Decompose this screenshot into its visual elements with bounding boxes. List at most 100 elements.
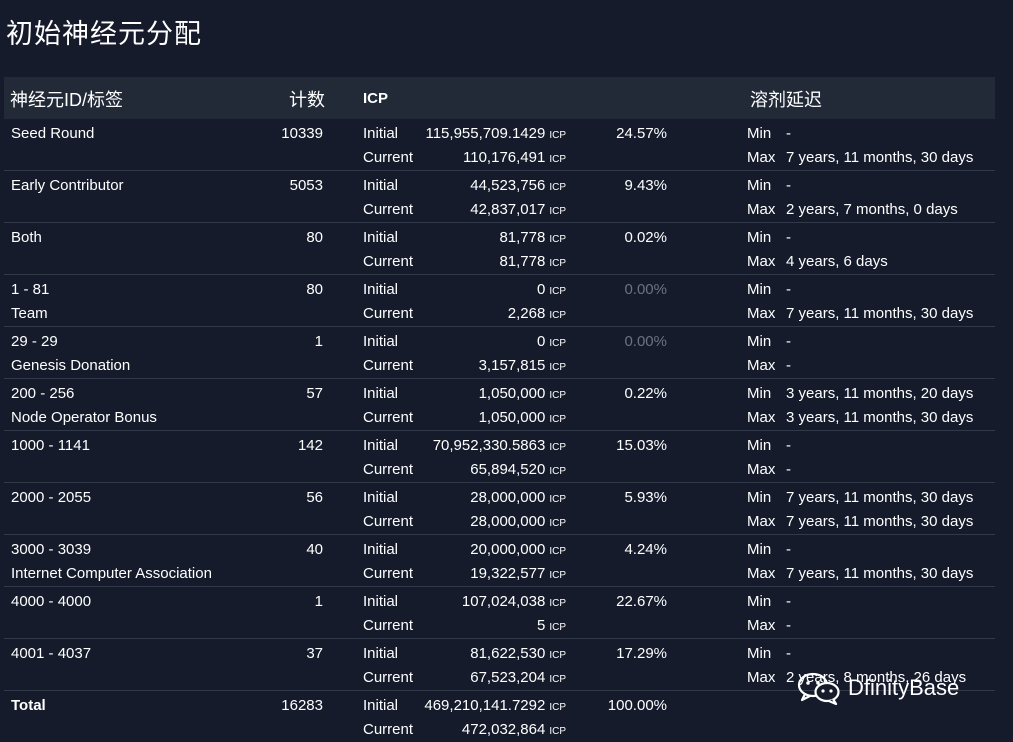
icp-unit: ICP <box>549 518 566 529</box>
max-delay: 7 years, 11 months, 30 days <box>786 565 974 582</box>
min-delay: - <box>786 281 791 298</box>
initial-value: 81,778 <box>499 229 546 246</box>
max-delay: 4 years, 6 days <box>786 253 888 270</box>
icp-unit: ICP <box>549 598 566 609</box>
neuron-count: 10339 <box>281 125 323 142</box>
table-row: Seed Round 10339 Initial Current 115,955,709… <box>4 119 995 171</box>
initial-amount: 81,778 ICP <box>499 229 566 246</box>
table-body: Seed Round 10339 Initial Current 115,955,709… <box>4 119 995 742</box>
max-delay: 7 years, 11 months, 30 days <box>786 149 974 166</box>
icp-unit: ICP <box>549 622 566 633</box>
current-amount: 110,176,491 ICP <box>463 149 566 166</box>
min-label: Min <box>747 437 772 454</box>
current-label: Current <box>363 461 414 478</box>
initial-value: 115,955,709.1429 <box>425 125 546 142</box>
current-label: Current <box>363 149 414 166</box>
neuron-id-range: 29 - 29 <box>11 333 58 350</box>
initial-value: 0 <box>536 281 546 298</box>
neuron-id-range: Both <box>11 229 42 246</box>
neuron-id-range: 200 - 256 <box>11 385 75 402</box>
initial-amount: 28,000,000 ICP <box>470 489 566 506</box>
neuron-count: 80 <box>306 229 323 246</box>
min-label: Min <box>747 489 772 506</box>
icp-unit: ICP <box>549 414 566 425</box>
neuron-id-range: 3000 - 3039 <box>11 541 92 558</box>
neuron-count: 142 <box>297 437 323 454</box>
max-label: Max <box>747 201 776 218</box>
percentage: 0.00% <box>624 333 667 350</box>
neuron-id-range: Early Contributor <box>11 177 124 194</box>
current-value: 19,322,577 <box>470 565 546 582</box>
current-amount: 5 ICP <box>537 617 566 634</box>
neuron-count: 37 <box>306 645 323 662</box>
current-label: Current <box>363 305 414 322</box>
current-label: Current <box>363 513 414 530</box>
icp-unit: ICP <box>549 466 566 477</box>
initial-label: Initial <box>363 125 399 142</box>
min-label: Min <box>747 385 772 402</box>
initial-label: Initial <box>363 281 399 298</box>
percentage: 24.57% <box>616 125 667 142</box>
neuron-id-range: 1 - 81 <box>11 281 50 298</box>
neuron-id-range: Total <box>11 697 46 714</box>
current-value: 42,837,017 <box>470 201 546 218</box>
min-delay: - <box>786 125 791 142</box>
initial-amount: 1,050,000 ICP <box>479 385 566 402</box>
initial-amount: 115,955,709.1429 ICP <box>425 125 566 142</box>
icp-unit: ICP <box>549 702 566 713</box>
max-label: Max <box>747 669 776 686</box>
min-delay: - <box>786 541 791 558</box>
percentage: 15.03% <box>616 437 667 454</box>
current-label: Current <box>363 253 414 270</box>
current-value: 5 <box>536 617 546 634</box>
neuron-tag: Internet Computer Association <box>11 565 212 582</box>
icp-unit: ICP <box>549 206 566 217</box>
table-header: 神经元ID/标签 计数 ICP 溶剂延迟 <box>4 77 995 119</box>
current-label: Current <box>363 669 414 686</box>
min-label: Min <box>747 125 772 142</box>
neuron-tag: Team <box>11 305 48 322</box>
initial-amount: 81,622,530 ICP <box>470 645 566 662</box>
table-row: 1 - 81 Team 80 Initial Current 0 ICP 2,268 ICP 0.… <box>4 275 995 327</box>
current-label: Current <box>363 409 414 426</box>
max-label: Max <box>747 253 776 270</box>
current-label: Current <box>363 201 414 218</box>
max-delay: 7 years, 11 months, 30 days <box>786 513 974 530</box>
initial-value: 0 <box>536 333 546 350</box>
current-label: Current <box>363 617 414 634</box>
current-label: Current <box>363 565 414 582</box>
initial-label: Initial <box>363 229 399 246</box>
icp-unit: ICP <box>549 310 566 321</box>
icp-unit: ICP <box>549 286 566 297</box>
max-delay: 3 years, 11 months, 30 days <box>786 409 974 426</box>
initial-label: Initial <box>363 645 399 662</box>
max-delay: - <box>786 617 791 634</box>
current-amount: 2,268 ICP <box>508 305 566 322</box>
percentage: 0.00% <box>624 281 667 298</box>
table-row: 4000 - 4000 1 Initial Current 107,024,038 ICP… <box>4 587 995 639</box>
initial-amount: 107,024,038 ICP <box>462 593 566 610</box>
max-label: Max <box>747 305 776 322</box>
icp-unit: ICP <box>549 182 566 193</box>
neuron-count: 1 <box>314 333 323 350</box>
current-label: Current <box>363 721 414 738</box>
current-value: 67,523,204 <box>470 669 546 686</box>
min-delay: - <box>786 333 791 350</box>
min-delay: 3 years, 11 months, 20 days <box>786 385 974 402</box>
current-value: 1,050,000 <box>478 409 546 426</box>
header-count: 计数 <box>289 90 325 110</box>
icp-unit: ICP <box>549 130 566 141</box>
initial-label: Initial <box>363 177 399 194</box>
initial-amount: 70,952,330.5863 ICP <box>433 437 566 454</box>
neuron-id-range: 1000 - 1141 <box>11 437 90 454</box>
max-label: Max <box>747 565 776 582</box>
initial-label: Initial <box>363 333 399 350</box>
table-row: 2000 - 2055 56 Initial Current 28,000,000 ICP… <box>4 483 995 535</box>
current-amount: 28,000,000 ICP <box>470 513 566 530</box>
max-delay: - <box>786 461 791 478</box>
neuron-count: 16283 <box>281 697 323 714</box>
initial-label: Initial <box>363 385 399 402</box>
current-amount: 67,523,204 ICP <box>470 669 566 686</box>
initial-amount: 469,210,141.7292 ICP <box>424 697 566 714</box>
current-amount: 472,032,864 ICP <box>462 721 566 738</box>
